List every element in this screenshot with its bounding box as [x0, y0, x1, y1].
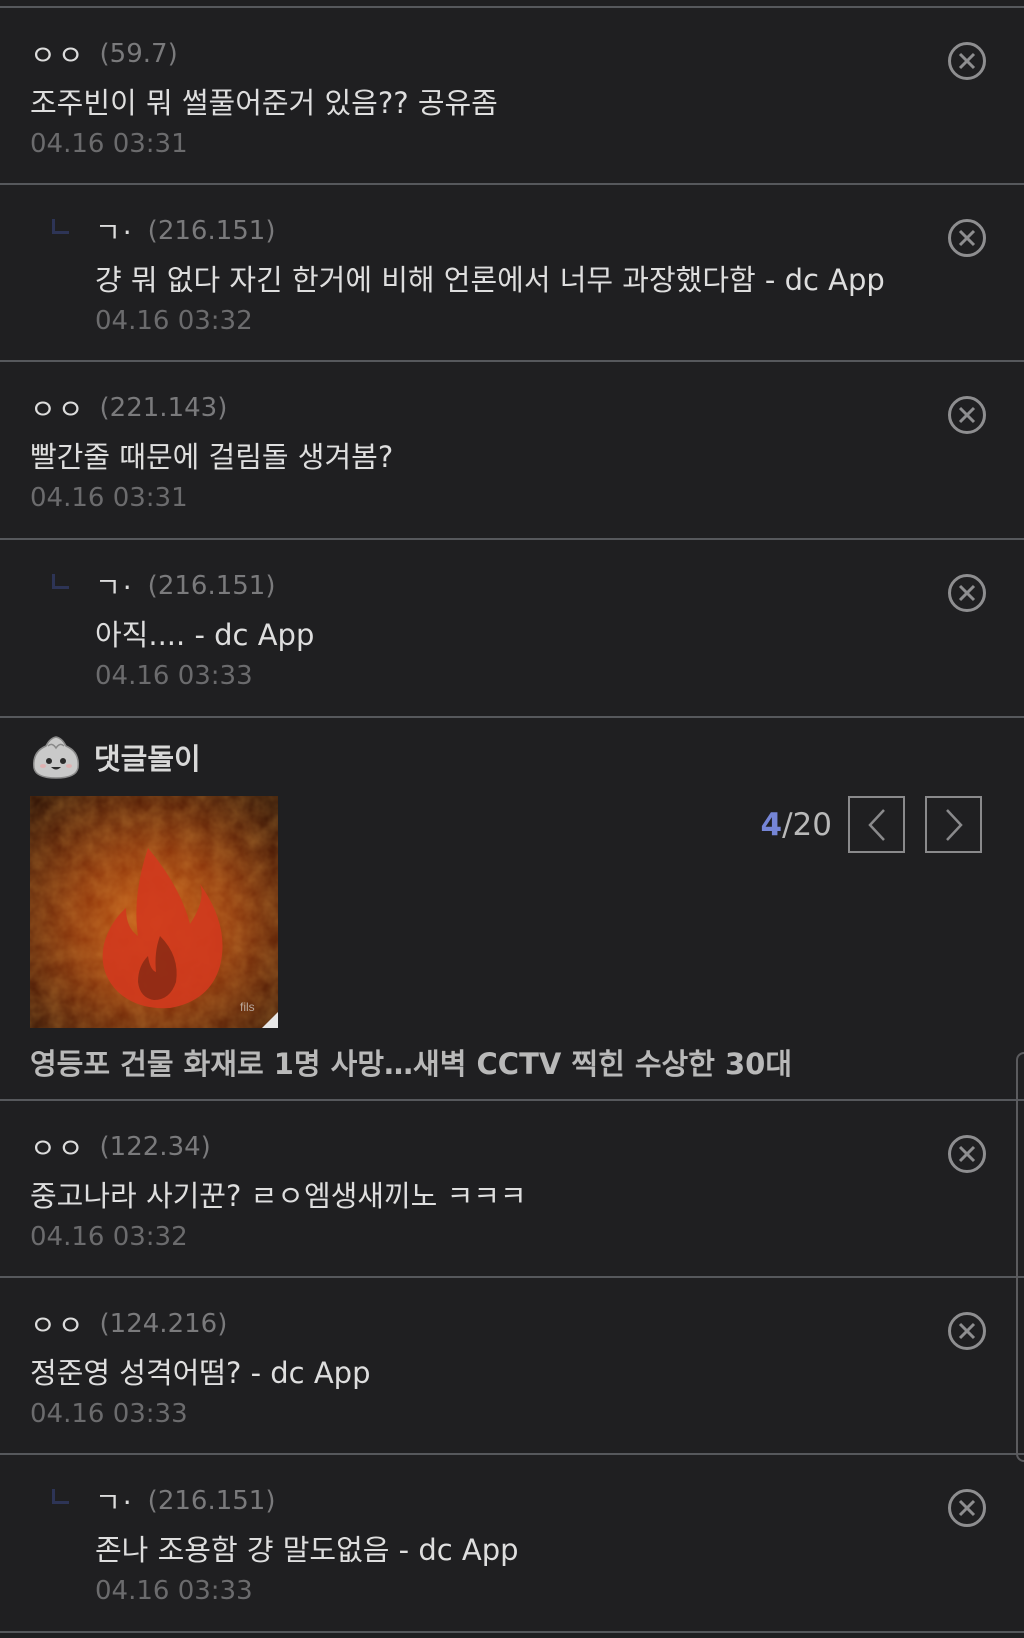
chevron-right-icon	[945, 808, 963, 841]
comment-ip: (59.7)	[99, 39, 178, 69]
comment-nickname[interactable]: ㅇㅇ	[30, 1304, 86, 1344]
comment-ip: (124.216)	[99, 1309, 228, 1339]
prev-page-button[interactable]	[848, 796, 905, 853]
next-page-button[interactable]	[925, 796, 982, 853]
comment-nickname[interactable]: ㅇㅇ	[30, 34, 86, 74]
comment-date: 04.16 03:31	[30, 483, 188, 513]
news-headline-link[interactable]: 영등포 건물 화재로 1명 사망…새벽 CCTV 찍힌 수상한 30대	[30, 1041, 792, 1083]
comment-text: 중고나라 사기꾼? ㄹㅇ엠생새끼노 ㅋㅋㅋ	[30, 1179, 527, 1213]
comment-ip: (216.151)	[147, 216, 276, 246]
comment-date: 04.16 03:31	[30, 129, 188, 159]
comment-item: ㅇㅇ (221.143) 빨간줄 때문에 걸림돌 생겨봄? 04.16 03:3…	[0, 362, 1024, 540]
comment-text: 조주빈이 뭐 썰풀어준거 있음?? 공유좀	[30, 86, 498, 120]
bot-pager: 4/20	[760, 796, 982, 853]
comment-ip: (122.34)	[99, 1132, 211, 1162]
comment-date: 04.16 03:32	[30, 1222, 188, 1252]
comment-bot-title: 댓글돌이	[94, 742, 201, 776]
comment-text: 빨간줄 때문에 걸림돌 생겨봄?	[30, 440, 394, 474]
delete-icon[interactable]	[947, 573, 987, 613]
comment-item: ㅇㅇ (59.7) 조주빈이 뭐 썰풀어준거 있음?? 공유좀 04.16 03…	[0, 8, 1024, 185]
comment-header: ㄱ· (216.151)	[95, 1481, 275, 1521]
comment-reply-item: ㄱ· (216.151) 존나 조용함 걍 말도없음 - dc App 04.1…	[0, 1455, 1024, 1633]
reply-arrow-icon	[52, 574, 69, 589]
comment-text: 아직.... - dc App	[95, 618, 315, 652]
comment-ip: (221.143)	[99, 393, 228, 423]
comment-text: 존나 조용함 걍 말도없음 - dc App	[95, 1533, 519, 1567]
dumpling-mascot-icon	[33, 736, 79, 779]
scrollbar[interactable]	[1016, 1052, 1024, 1462]
comment-ip: (216.151)	[147, 1486, 276, 1516]
comment-header: ㅇㅇ (124.216)	[30, 1304, 227, 1344]
comment-text: 정준영 성격어떰? - dc App	[30, 1356, 371, 1390]
comment-reply-item: ㄱ· (216.151) 아직.... - dc App 04.16 03:33	[0, 540, 1024, 718]
delete-icon[interactable]	[947, 218, 987, 258]
comment-item: ㅇㅇ (124.216) 정준영 성격어떰? - dc App 04.16 03…	[0, 1278, 1024, 1455]
comment-ip: (216.151)	[147, 571, 276, 601]
page-current: 4	[760, 806, 783, 843]
comment-bot-section: 댓글돌이 fils 4/20 영등포 건물 화재로 1명 사망…새벽 CCTV …	[0, 718, 1024, 1101]
comment-nickname[interactable]: ㄱ·	[95, 211, 134, 251]
comment-header: ㄱ· (216.151)	[95, 211, 275, 251]
comment-header: ㅇㅇ (122.34)	[30, 1127, 211, 1167]
comment-header: ㅇㅇ (59.7)	[30, 34, 178, 74]
news-thumbnail[interactable]: fils	[30, 796, 278, 1028]
comment-date: 04.16 03:33	[30, 1399, 188, 1429]
comment-nickname[interactable]: ㄱ·	[95, 1481, 134, 1521]
comment-nickname[interactable]: ㅇㅇ	[30, 388, 86, 428]
chevron-left-icon	[867, 808, 885, 841]
reply-arrow-icon	[52, 219, 69, 234]
page-indicator: 4/20	[760, 807, 832, 843]
page-total: /20	[782, 806, 832, 843]
comment-date: 04.16 03:32	[95, 306, 253, 336]
comment-item: ㅇㅇ (122.34) 중고나라 사기꾼? ㄹㅇ엠생새끼노 ㅋㅋㅋ 04.16 …	[0, 1101, 1024, 1278]
delete-icon[interactable]	[947, 1488, 987, 1528]
comment-bot-header: 댓글돌이	[30, 734, 201, 780]
comment-header: ㅇㅇ (221.143)	[30, 388, 227, 428]
delete-icon[interactable]	[947, 41, 987, 81]
comment-nickname[interactable]: ㅇㅇ	[30, 1127, 86, 1167]
reply-arrow-icon	[52, 1489, 69, 1504]
comment-header: ㄱ· (216.151)	[95, 566, 275, 606]
delete-icon[interactable]	[947, 1311, 987, 1351]
delete-icon[interactable]	[947, 395, 987, 435]
comment-nickname[interactable]: ㄱ·	[95, 566, 134, 606]
comment-text: 걍 뭐 없다 자긴 한거에 비해 언론에서 너무 과장했다함 - dc App	[95, 263, 885, 297]
comment-date: 04.16 03:33	[95, 1576, 253, 1606]
comment-date: 04.16 03:33	[95, 661, 253, 691]
delete-icon[interactable]	[947, 1134, 987, 1174]
thumbnail-watermark: fils	[240, 1000, 255, 1014]
comment-reply-item: ㄱ· (216.151) 걍 뭐 없다 자긴 한거에 비해 언론에서 너무 과장…	[0, 185, 1024, 362]
